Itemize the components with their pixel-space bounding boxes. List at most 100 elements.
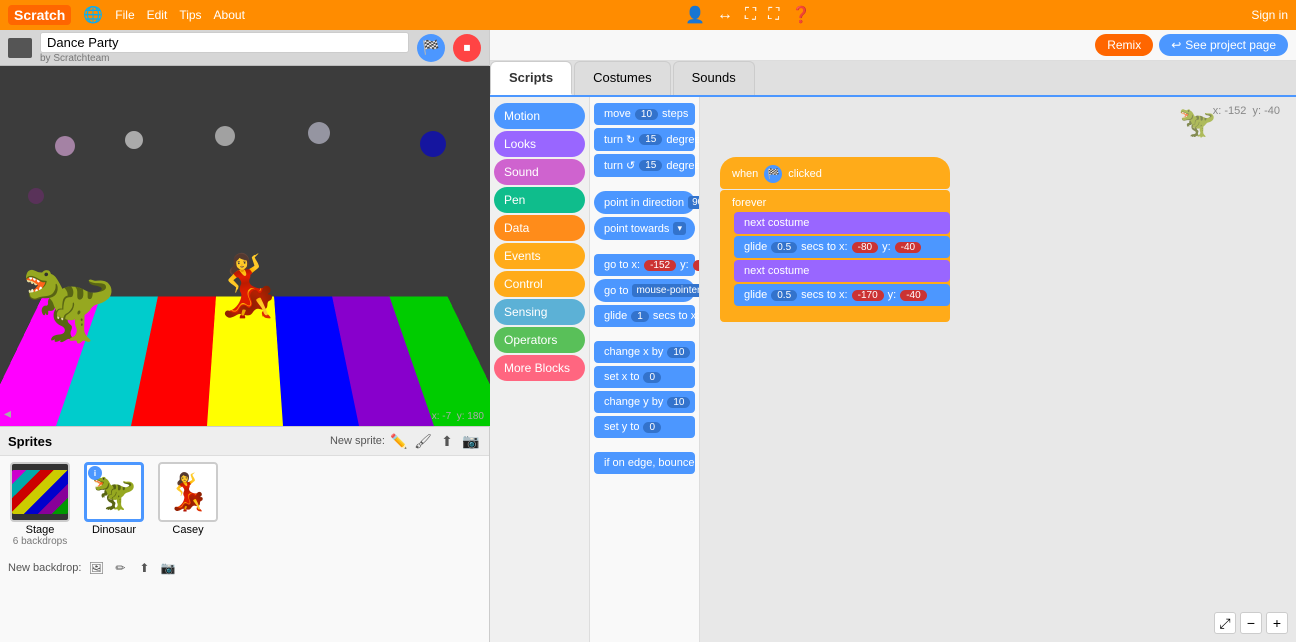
sprite-info-btn[interactable]: i: [88, 466, 102, 480]
upload-sprite-btn[interactable]: ⬆: [437, 431, 457, 451]
header-right: Remix ↩ See project page: [490, 30, 1296, 61]
globe-icon[interactable]: 🌐: [83, 5, 103, 25]
block-set-y[interactable]: set y to 0: [594, 416, 695, 438]
tips-menu[interactable]: Tips: [179, 8, 201, 22]
about-menu[interactable]: About: [214, 8, 245, 22]
forever-block[interactable]: forever next costume glide 0: [720, 190, 950, 322]
edit-menu[interactable]: Edit: [147, 8, 168, 22]
tab-sounds[interactable]: Sounds: [673, 61, 755, 95]
expand-icon[interactable]: ◂: [4, 405, 11, 422]
camera-backdrop-btn[interactable]: 📷: [159, 559, 177, 577]
scripting-area[interactable]: when 🏁 clicked forever next costu: [700, 97, 1296, 642]
glide2-y[interactable]: -40: [900, 290, 926, 301]
block-gotoX[interactable]: -152: [644, 260, 676, 271]
block-turn-cw[interactable]: turn ↻ 15 degrees: [594, 128, 695, 151]
glide2-x[interactable]: -170: [852, 290, 884, 301]
zoom-in-btn[interactable]: +: [1266, 612, 1288, 634]
new-sprite-label: New sprite:: [330, 435, 385, 447]
user-icon[interactable]: 👤: [685, 5, 705, 25]
stage-coords: x: -7 y: 180: [432, 411, 484, 422]
block-go-to-xy[interactable]: go to x: -152 y: -40: [594, 254, 695, 276]
camera-sprite-btn[interactable]: 📷: [461, 431, 481, 451]
category-events[interactable]: Events: [494, 243, 585, 269]
block-goto-dropdown[interactable]: mouse-pointer: [632, 284, 699, 297]
stop-button[interactable]: ⏹: [453, 34, 481, 62]
script-stack: when 🏁 clicked forever next costu: [720, 157, 950, 322]
tab-costumes[interactable]: Costumes: [574, 61, 671, 95]
separator-3: [594, 330, 695, 338]
block-set-x[interactable]: set x to 0: [594, 366, 695, 388]
glide-block-1[interactable]: glide 0.5 secs to x: -80 y: -40: [734, 236, 950, 258]
zoom-fit-btn[interactable]: ⤢: [1214, 612, 1236, 634]
dinosaur-sprite[interactable]: 🦖: [20, 263, 117, 341]
ball-sprite-5: [420, 131, 446, 157]
next-costume-block-1[interactable]: next costume: [734, 212, 950, 234]
brush-backdrop-btn[interactable]: ✏: [111, 559, 129, 577]
block-move-num[interactable]: 10: [635, 109, 658, 120]
remix-button[interactable]: Remix: [1095, 34, 1153, 56]
block-gotoY[interactable]: -40: [693, 260, 699, 271]
zoom-icon[interactable]: ⛶: [768, 6, 779, 24]
cursor-icon[interactable]: ↔: [717, 6, 733, 24]
when-clicked-block[interactable]: when 🏁 clicked: [720, 157, 950, 189]
fullscreen-icon[interactable]: ⛶: [745, 6, 756, 24]
block-changey-num[interactable]: 10: [667, 397, 690, 408]
category-more-blocks[interactable]: More Blocks: [494, 355, 585, 381]
casey-sprite[interactable]: 💃: [210, 256, 285, 316]
block-setx-num[interactable]: 0: [643, 372, 661, 383]
block-direction-dropdown[interactable]: 90: [688, 196, 699, 209]
category-operators[interactable]: Operators: [494, 327, 585, 353]
category-sensing[interactable]: Sensing: [494, 299, 585, 325]
file-menu[interactable]: File: [115, 8, 134, 22]
glide2-secs[interactable]: 0.5: [771, 290, 797, 301]
category-looks[interactable]: Looks: [494, 131, 585, 157]
block-go-to[interactable]: go to mouse-pointer: [594, 279, 695, 302]
block-turn-ccw[interactable]: turn ↺ 15 degrees: [594, 154, 695, 177]
brush-sprite-btn[interactable]: 🖌: [413, 431, 433, 451]
signin-link[interactable]: Sign in: [1251, 8, 1288, 22]
green-flag-button[interactable]: 🏁: [417, 34, 445, 62]
help-icon[interactable]: ❓: [791, 5, 811, 25]
glide1-y[interactable]: -40: [895, 242, 921, 253]
glide1-x[interactable]: -80: [852, 242, 878, 253]
category-pen[interactable]: Pen: [494, 187, 585, 213]
category-data[interactable]: Data: [494, 215, 585, 241]
block-change-y[interactable]: change y by 10: [594, 391, 695, 413]
block-move[interactable]: move 10 steps: [594, 103, 695, 125]
block-changex-num[interactable]: 10: [667, 347, 690, 358]
project-name-input[interactable]: [40, 32, 409, 53]
tab-scripts[interactable]: Scripts: [490, 61, 572, 95]
dinosaur-sprite-item[interactable]: i 🦖 Dinosaur: [80, 462, 148, 547]
sprites-label: Sprites: [8, 434, 52, 449]
upload-backdrop-btn[interactable]: ⬆: [135, 559, 153, 577]
glide-block-2[interactable]: glide 0.5 secs to x: -170 y: -40: [734, 284, 950, 306]
block-glide[interactable]: glide 1 secs to x: -152 y: -40: [594, 305, 695, 327]
block-point-towards[interactable]: point towards: [594, 217, 695, 240]
category-sound[interactable]: Sound: [494, 159, 585, 185]
project-author: by Scratchteam: [40, 53, 409, 64]
block-turn-ccw-num[interactable]: 15: [639, 160, 662, 171]
top-navigation: Scratch 🌐 File Edit Tips About 👤 ↔ ⛶ ⛶ ❓…: [0, 0, 1296, 30]
block-if-on-edge[interactable]: if on edge, bounce: [594, 452, 695, 474]
block-point-direction[interactable]: point in direction 90: [594, 191, 695, 214]
paint-sprite-btn[interactable]: ✏️: [389, 431, 409, 451]
category-control[interactable]: Control: [494, 271, 585, 297]
block-change-x[interactable]: change x by 10: [594, 341, 695, 363]
block-turn-cw-num[interactable]: 15: [639, 134, 662, 145]
blocks-scripting: Motion Looks Sound Pen Data Events Contr…: [490, 97, 1296, 642]
block-sety-num[interactable]: 0: [643, 422, 661, 433]
block-towards-dropdown[interactable]: [673, 222, 686, 235]
block-glide-secs[interactable]: 1: [631, 311, 649, 322]
glide1-secs[interactable]: 0.5: [771, 242, 797, 253]
next-costume-block-2[interactable]: next costume: [734, 260, 950, 282]
zoom-out-btn[interactable]: −: [1240, 612, 1262, 634]
scratch-logo[interactable]: Scratch: [8, 5, 71, 25]
see-project-button[interactable]: ↩ See project page: [1159, 34, 1288, 56]
stage-sprite-item[interactable]: Stage 6 backdrops: [6, 462, 74, 547]
ball-sprite-6: [28, 188, 44, 204]
casey-sprite-item[interactable]: 💃 Casey: [154, 462, 222, 547]
paint-backdrop-btn[interactable]: 🖼: [87, 559, 105, 577]
stage-canvas: 🦖 💃 x: -7 y: 180 ◂: [0, 66, 490, 426]
category-motion[interactable]: Motion: [494, 103, 585, 129]
casey-thumb: 💃: [158, 462, 218, 522]
